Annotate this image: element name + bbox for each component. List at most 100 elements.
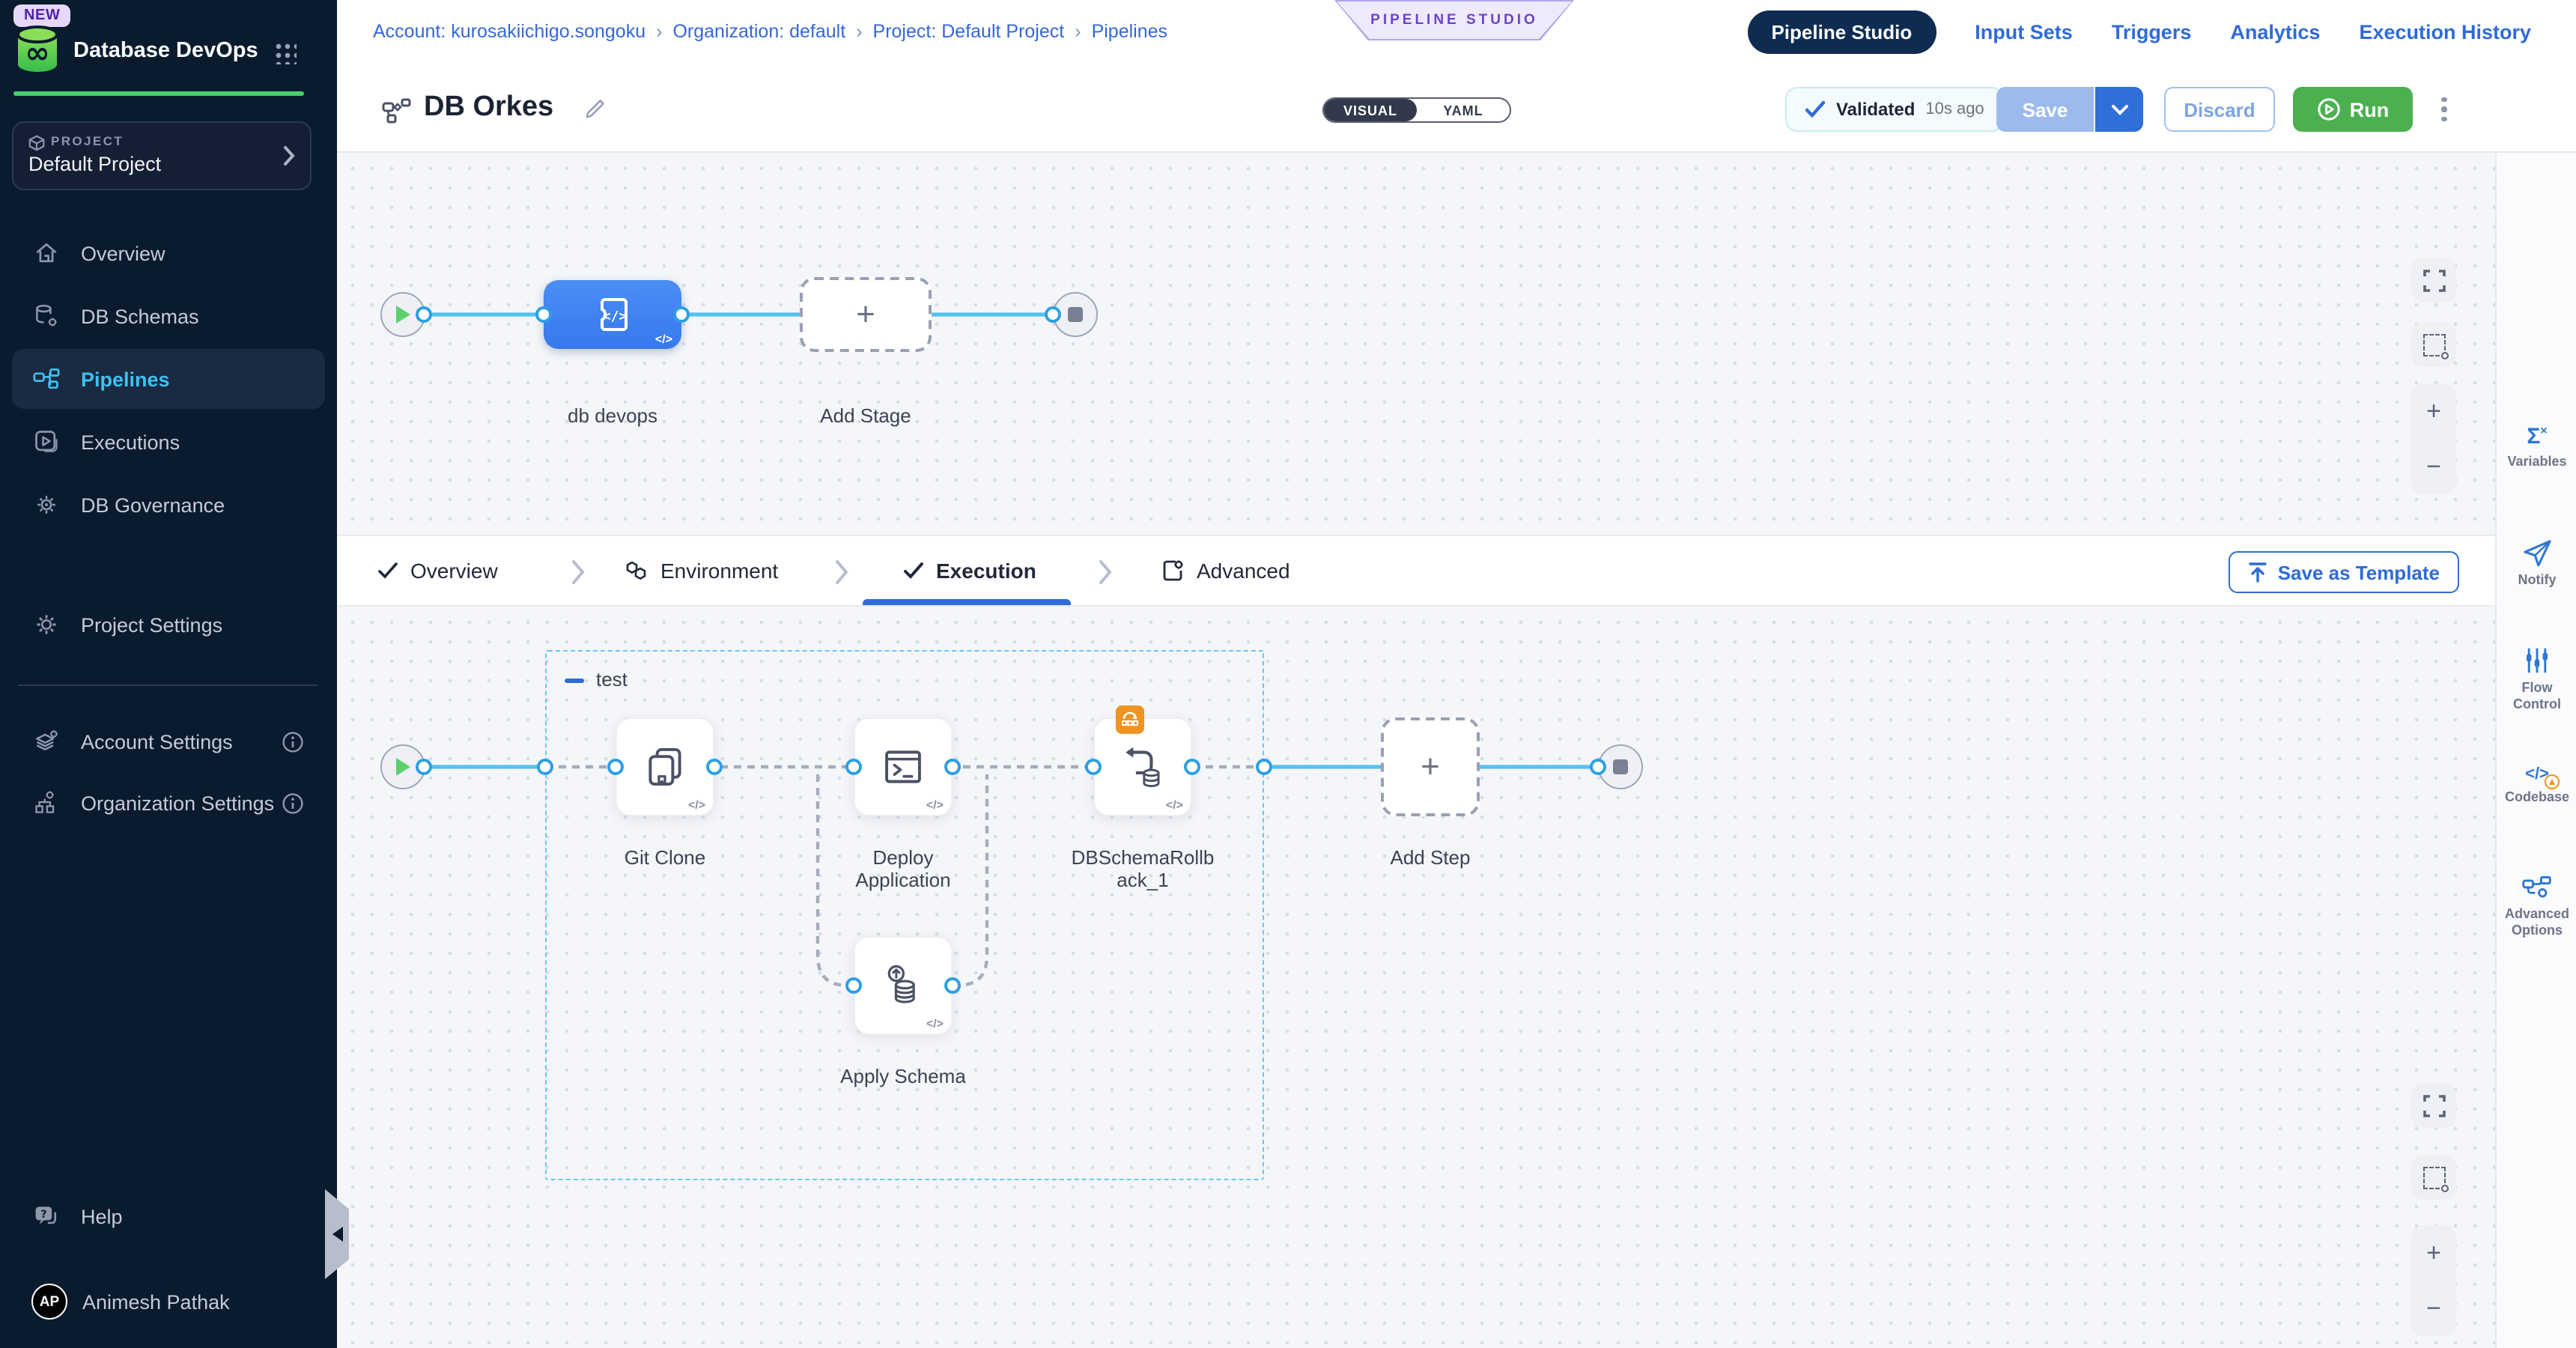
breadcrumb-account[interactable]: Account: kurosakiichigo.songoku — [373, 21, 645, 42]
step-apply-schema[interactable]: </> — [854, 936, 953, 1035]
fullscreen-icon — [2422, 1094, 2445, 1117]
sidebar-item-db-governance[interactable]: DB Governance — [12, 479, 325, 530]
toggle-yaml[interactable]: YAML — [1417, 99, 1510, 121]
multi-select-button[interactable] — [2411, 1155, 2456, 1200]
breadcrumb-project[interactable]: Project: Default Project — [873, 21, 1065, 42]
tab-pipeline-studio[interactable]: Pipeline Studio — [1747, 10, 1936, 54]
visual-yaml-toggle: VISUAL YAML — [1322, 97, 1511, 123]
sidebar-item-account-settings[interactable]: Account Settings — [12, 716, 325, 767]
panel-item-flow-control[interactable]: Flow Control — [2497, 647, 2576, 714]
connector-dot[interactable] — [607, 759, 624, 775]
connector-dot[interactable] — [537, 759, 553, 775]
breadcrumb-separator: › — [656, 21, 662, 42]
panel-item-label: Variables — [2507, 454, 2566, 471]
stage-label[interactable]: db devops — [523, 404, 702, 427]
sidebar-item-pipelines[interactable]: Pipelines — [12, 349, 325, 409]
brand-divider — [13, 91, 304, 96]
sidebar-item-executions[interactable]: Executions — [12, 416, 325, 467]
tab-overview[interactable]: Overview — [377, 536, 498, 605]
panel-item-notify[interactable]: Notify — [2497, 539, 2576, 589]
app-switcher-icon[interactable] — [273, 40, 297, 64]
discard-button[interactable]: Discard — [2164, 87, 2275, 132]
connector-dot[interactable] — [845, 759, 862, 775]
step-deploy-application[interactable]: </> — [854, 717, 953, 816]
tab-input-sets[interactable]: Input Sets — [1975, 21, 2073, 43]
step-dbschemarollback[interactable]: </> — [1093, 717, 1192, 816]
add-step-label[interactable]: Add Step — [1348, 846, 1513, 869]
execution-canvas[interactable]: test </> Git Clone </> Deploy Applicatio… — [337, 607, 2495, 1348]
connector-dot[interactable] — [1256, 759, 1272, 775]
active-tab-underline — [863, 599, 1071, 605]
save-as-template-label: Save as Template — [2278, 561, 2440, 583]
connector-dot[interactable] — [673, 306, 690, 323]
marquee-icon — [2422, 333, 2445, 356]
zoom-in-button[interactable]: + — [2426, 1240, 2441, 1266]
sidebar-item-label: DB Governance — [81, 494, 225, 516]
connector-dot[interactable] — [944, 977, 961, 994]
connector-dot[interactable] — [416, 759, 432, 775]
more-options-button[interactable] — [2434, 90, 2455, 129]
sliders-icon — [2524, 647, 2551, 674]
add-stage-button[interactable]: + — [800, 277, 932, 352]
left-sidebar: NEW ∞ Database DevOps PROJECT Default Pr… — [0, 0, 337, 1348]
zoom-in-button[interactable]: + — [2426, 398, 2441, 424]
breadcrumb-separator: › — [1075, 21, 1081, 42]
chevron-right-icon — [283, 145, 295, 166]
step-label[interactable]: DBSchemaRollback_1 — [1071, 846, 1215, 891]
breadcrumb-organization[interactable]: Organization: default — [672, 21, 845, 42]
tab-triggers[interactable]: Triggers — [2112, 21, 2192, 43]
tab-environment[interactable]: Environment — [625, 536, 778, 605]
add-step-button[interactable]: + — [1381, 717, 1480, 816]
step-label[interactable]: Apply Schema — [821, 1065, 985, 1087]
connector-dot[interactable] — [1590, 759, 1606, 775]
tab-execution[interactable]: Execution — [903, 536, 1036, 605]
zoom-out-button[interactable]: − — [2426, 454, 2441, 479]
stage-db-devops[interactable]: </> </> — [544, 280, 681, 349]
connector-dot[interactable] — [1184, 759, 1200, 775]
multi-select-button[interactable] — [2411, 322, 2456, 367]
connector-dot[interactable] — [535, 306, 552, 323]
sidebar-item-db-schemas[interactable]: DB Schemas — [12, 291, 325, 341]
save-options-button[interactable] — [2095, 87, 2143, 132]
add-stage-label[interactable]: Add Stage — [776, 404, 956, 427]
step-git-clone[interactable]: </> — [616, 717, 714, 816]
panel-item-variables[interactable]: Σ× Variables — [2497, 425, 2576, 471]
panel-item-advanced-options[interactable]: Advanced Options — [2497, 875, 2576, 940]
connector-dot[interactable] — [944, 759, 961, 775]
collapse-group-icon[interactable] — [565, 678, 584, 683]
fit-to-screen-button[interactable] — [2411, 258, 2456, 303]
sidebar-item-overview[interactable]: Overview — [12, 228, 325, 279]
tab-advanced[interactable]: Advanced — [1161, 536, 1290, 605]
panel-item-codebase[interactable]: </> Codebase — [2497, 767, 2576, 807]
tab-label: Overview — [410, 559, 498, 583]
play-icon — [394, 304, 412, 325]
zoom-controls: + − — [2411, 1225, 2456, 1336]
connector-dot[interactable] — [1045, 306, 1061, 323]
sidebar-item-help[interactable]: ? Help — [12, 1191, 325, 1242]
save-button[interactable]: Save — [1996, 87, 2095, 132]
save-as-template-button[interactable]: Save as Template — [2229, 551, 2459, 593]
project-selector[interactable]: PROJECT Default Project — [12, 121, 312, 190]
step-group-label[interactable]: test — [596, 668, 628, 690]
breadcrumb-pipelines[interactable]: Pipelines — [1092, 21, 1167, 42]
step-label[interactable]: Deploy Application — [834, 846, 972, 891]
stage-canvas[interactable]: </> </> db devops + Add Stage + − — [337, 153, 2495, 535]
zoom-out-button[interactable]: − — [2426, 1296, 2441, 1321]
edit-pencil-icon[interactable] — [583, 97, 607, 121]
user-menu[interactable]: AP Animesh Pathak — [12, 1276, 325, 1327]
connector-dot[interactable] — [706, 759, 723, 775]
fit-to-screen-button[interactable] — [2411, 1083, 2456, 1128]
tab-analytics[interactable]: Analytics — [2230, 21, 2320, 43]
chevron-down-icon — [2111, 104, 2127, 115]
run-button[interactable]: Run — [2293, 87, 2413, 132]
step-label[interactable]: Git Clone — [583, 846, 747, 869]
toggle-visual[interactable]: VISUAL — [1324, 99, 1417, 121]
governance-gear-icon — [33, 491, 60, 518]
connector-dot[interactable] — [1085, 759, 1102, 775]
sidebar-item-organization-settings[interactable]: Organization Settings — [12, 777, 325, 828]
connector-dot[interactable] — [845, 977, 862, 994]
connector-dot[interactable] — [416, 306, 432, 323]
tab-execution-history[interactable]: Execution History — [2359, 21, 2531, 43]
validation-badge[interactable]: Validated 10s ago — [1785, 87, 2004, 132]
sidebar-item-project-settings[interactable]: Project Settings — [12, 599, 325, 650]
